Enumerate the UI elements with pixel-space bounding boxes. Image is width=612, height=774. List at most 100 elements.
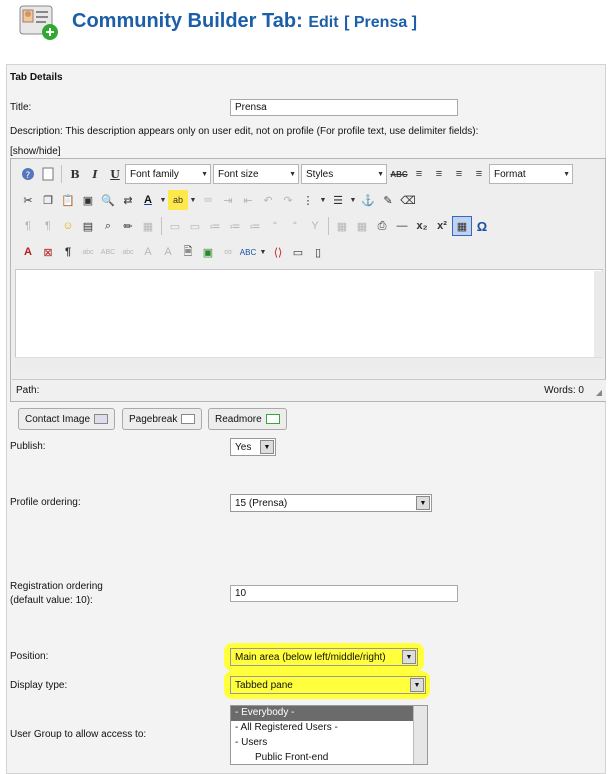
title-input[interactable]: Prensa	[230, 99, 458, 116]
style-props-icon[interactable]: ≔	[205, 216, 225, 236]
resize-handle-icon[interactable]: ◢	[596, 387, 602, 399]
align-justify-icon[interactable]: ≡	[409, 164, 429, 184]
bullet-list-icon[interactable]: ☰	[328, 190, 348, 210]
numbered-list-icon[interactable]: ⋮	[298, 190, 318, 210]
table-icon[interactable]: ▦	[332, 216, 352, 236]
code-icon[interactable]: ⟨⟩	[268, 242, 288, 262]
paste-text-icon[interactable]: ▣	[78, 190, 98, 210]
user-group-listbox[interactable]: - Everybody - - All Registered Users - -…	[230, 705, 428, 765]
highlight-color-icon[interactable]: ab	[168, 190, 188, 210]
find-icon[interactable]: 🔍	[98, 190, 118, 210]
redo-icon[interactable]: ↷	[278, 190, 298, 210]
help-icon[interactable]: ?	[18, 164, 38, 184]
superscript-icon[interactable]: x²	[432, 216, 452, 236]
publish-select[interactable]: Yes ▼	[230, 438, 276, 456]
pilcrow-icon[interactable]: ¶	[58, 242, 78, 262]
spellcheck-icon[interactable]: ABC	[238, 242, 258, 262]
list-item[interactable]: - Everybody -	[231, 706, 427, 721]
font-style-icon[interactable]: A	[18, 242, 38, 262]
preview-icon[interactable]: ⌕	[98, 216, 118, 236]
chevron-down-icon: ▼	[402, 650, 416, 664]
unlink-icon[interactable]: ∞	[218, 242, 238, 262]
text-color-icon[interactable]: A	[138, 190, 158, 210]
horizontal-rule-icon[interactable]: —	[392, 216, 412, 236]
cleanup-icon[interactable]: ✎	[378, 190, 398, 210]
insert-file-icon[interactable]: 🗎	[178, 242, 198, 262]
abbr-icon[interactable]: ≔	[245, 216, 265, 236]
align-center-icon[interactable]: ≡	[429, 164, 449, 184]
layer-icon[interactable]: ▭	[165, 216, 185, 236]
link-icon[interactable]: ∞	[198, 190, 218, 210]
cite-icon[interactable]: “	[265, 216, 285, 236]
italic-icon[interactable]: I	[85, 164, 105, 184]
readmore-button[interactable]: Readmore	[208, 408, 287, 430]
rich-text-editor: ? B I U Font family ▼ Font size ▼ Styles ▼ …	[10, 158, 606, 402]
list-item[interactable]: - All Registered Users -	[231, 721, 427, 736]
case-upper-icon[interactable]: ABC	[98, 242, 118, 262]
listbox-scrollbar[interactable]	[413, 706, 427, 764]
subscript-icon[interactable]: x₂	[412, 216, 432, 236]
editor-horizontal-scrollbar[interactable]	[15, 357, 603, 369]
list-item[interactable]: Public Front-end	[231, 751, 427, 764]
styles-select[interactable]: Styles ▼	[301, 164, 387, 184]
rtl-icon[interactable]: ¶	[38, 216, 58, 236]
chevron-down-icon[interactable]: ▼	[188, 190, 198, 210]
editor-content-area[interactable]	[15, 269, 604, 359]
insert-icon[interactable]: “	[285, 216, 305, 236]
registration-ordering-hint: (default value: 10):	[10, 595, 93, 606]
bold-icon[interactable]: B	[65, 164, 85, 184]
display-type-value: Tabbed pane	[235, 680, 293, 691]
fullscreen-icon[interactable]: ▯	[308, 242, 328, 262]
strikethrough-icon[interactable]: ABC	[389, 164, 409, 184]
insert-image-icon[interactable]: ▣	[198, 242, 218, 262]
underline-icon[interactable]: U	[105, 164, 125, 184]
emoticon-icon[interactable]: ☺	[58, 216, 78, 236]
editor-vertical-scrollbar[interactable]	[594, 271, 604, 357]
display-type-label: Display type:	[10, 680, 68, 691]
font-family-select[interactable]: Font family ▼	[125, 164, 211, 184]
list-item[interactable]: - Users	[231, 736, 427, 751]
edit-image-icon[interactable]: ✏	[118, 216, 138, 236]
visual-aid-icon[interactable]: ▦	[452, 216, 472, 236]
font-grow-icon[interactable]: A	[138, 242, 158, 262]
print-icon[interactable]: ⎙	[372, 216, 392, 236]
remove-format-icon[interactable]: ⊠	[38, 242, 58, 262]
new-document-icon[interactable]	[38, 164, 58, 184]
table-row-icon[interactable]: ▦	[352, 216, 372, 236]
registration-ordering-input[interactable]: 10	[230, 585, 458, 602]
paste-icon[interactable]: 📋	[58, 190, 78, 210]
chevron-down-icon[interactable]: ▼	[258, 242, 268, 262]
replace-icon[interactable]: ⇄	[118, 190, 138, 210]
citation-icon[interactable]: ≔	[225, 216, 245, 236]
special-char-icon[interactable]: Ω	[472, 216, 492, 236]
format-select[interactable]: Format ▼	[489, 164, 573, 184]
position-select[interactable]: Main area (below left/middle/right) ▼	[230, 648, 418, 666]
undo-icon[interactable]: ↶	[258, 190, 278, 210]
delete-icon[interactable]: Y	[305, 216, 325, 236]
case-lower-icon[interactable]: abc	[118, 242, 138, 262]
eraser-icon[interactable]: ⌫	[398, 190, 418, 210]
contact-image-button[interactable]: Contact Image	[18, 408, 116, 430]
profile-ordering-select[interactable]: 15 (Prensa) ▼	[230, 494, 432, 512]
ltr-icon[interactable]: ¶	[18, 216, 38, 236]
indent-icon[interactable]: ⇥	[218, 190, 238, 210]
align-left-icon[interactable]: ≡	[449, 164, 469, 184]
anchor-icon[interactable]: ⚓	[358, 190, 378, 210]
copy-icon[interactable]: ❐	[38, 190, 58, 210]
font-size-select[interactable]: Font size ▼	[213, 164, 299, 184]
cut-icon[interactable]: ✂	[18, 190, 38, 210]
media-icon[interactable]: ▤	[78, 216, 98, 236]
display-type-select[interactable]: Tabbed pane ▼	[230, 676, 426, 694]
pagebreak-button[interactable]: Pagebreak	[122, 408, 203, 430]
case-icon[interactable]: abc	[78, 242, 98, 262]
chevron-down-icon[interactable]: ▼	[318, 190, 328, 210]
align-right-icon[interactable]: ≡	[469, 164, 489, 184]
chevron-down-icon[interactable]: ▼	[348, 190, 358, 210]
chevron-down-icon[interactable]: ▼	[158, 190, 168, 210]
attributes-icon[interactable]: ▦	[138, 216, 158, 236]
toggle-toolbar-icon[interactable]: ▭	[288, 242, 308, 262]
font-shrink-icon[interactable]: A	[158, 242, 178, 262]
show-hide-link[interactable]: [show/hide]	[10, 146, 61, 158]
outdent-icon[interactable]: ⇤	[238, 190, 258, 210]
layer-move-icon[interactable]: ▭	[185, 216, 205, 236]
